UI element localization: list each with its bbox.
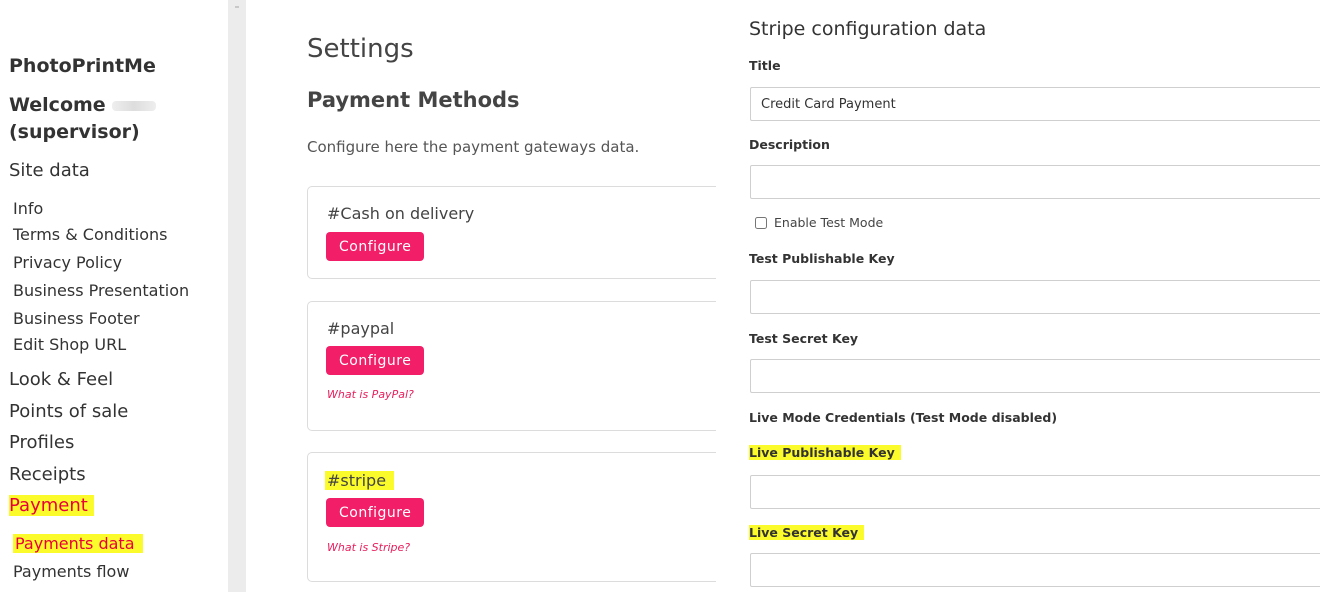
description-label: Description (749, 137, 830, 152)
section-title: Payment Methods (307, 88, 520, 112)
title-input[interactable] (750, 87, 1320, 121)
what-is-paypal-link[interactable]: What is PayPal? (327, 388, 414, 401)
test-secret-key-input[interactable] (750, 359, 1320, 393)
card-title: #paypal (327, 319, 395, 338)
sidebar-item-business-footer[interactable]: Business Footer (13, 309, 140, 328)
welcome-text: Welcome (9, 94, 106, 116)
description-input[interactable] (750, 165, 1320, 199)
enable-test-mode-checkbox[interactable] (755, 216, 767, 229)
test-secret-key-label: Test Secret Key (749, 331, 859, 346)
brand-name: PhotoPrintMe (9, 55, 156, 77)
live-mode-section-label: Live Mode Credentials (Test Mode disable… (749, 410, 1058, 425)
sidebar-item-info[interactable]: Info (13, 199, 43, 218)
configure-paypal-button[interactable]: Configure (326, 346, 425, 375)
grip-icon (235, 6, 239, 8)
what-is-stripe-link[interactable]: What is Stripe? (327, 541, 410, 554)
panel-title: Stripe configuration data (749, 18, 987, 40)
sidebar-section-payment[interactable]: Payment (9, 495, 94, 516)
sidebar-item-business-presentation[interactable]: Business Presentation (13, 281, 189, 300)
sidebar-item-payments-data[interactable]: Payments data (13, 534, 143, 553)
card-title: #stripe (325, 471, 395, 490)
sidebar-item-edit-shop-url[interactable]: Edit Shop URL (13, 335, 126, 354)
payment-card-paypal: #paypal Configure What is PayPal? (307, 301, 732, 431)
sidebar-item-terms[interactable]: Terms & Conditions (13, 225, 167, 244)
test-publishable-key-label: Test Publishable Key (749, 251, 895, 266)
section-description: Configure here the payment gateways data… (307, 138, 640, 156)
configure-cash-button[interactable]: Configure (326, 232, 425, 261)
test-publishable-key-input[interactable] (750, 280, 1320, 314)
welcome-message: Welcome (supervisor) (9, 92, 156, 146)
title-label: Title (749, 58, 781, 73)
live-secret-key-label: Live Secret Key (749, 525, 865, 540)
sidebar-section-site-data[interactable]: Site data (9, 160, 90, 181)
user-role: (supervisor) (9, 121, 140, 143)
sidebar-section-receipts[interactable]: Receipts (9, 464, 86, 485)
live-publishable-key-label: Live Publishable Key (749, 445, 901, 460)
stripe-config-panel: Stripe configuration data Title Descript… (716, 0, 1320, 592)
live-publishable-key-input[interactable] (750, 475, 1320, 509)
sidebar-section-profiles[interactable]: Profiles (9, 432, 74, 453)
blurred-username (111, 100, 156, 111)
sidebar-section-look-feel[interactable]: Look & Feel (9, 369, 113, 390)
payment-card-stripe: #stripe Configure What is Stripe? (307, 452, 732, 582)
sidebar-section-points-of-sale[interactable]: Points of sale (9, 401, 128, 422)
sidebar: PhotoPrintMe Welcome (supervisor) Site d… (0, 0, 228, 592)
card-title: #Cash on delivery (327, 204, 475, 223)
live-secret-key-input[interactable] (750, 553, 1320, 587)
payment-card-cash: #Cash on delivery Configure (307, 186, 732, 279)
sidebar-resize-handle[interactable] (228, 0, 246, 592)
sidebar-item-privacy[interactable]: Privacy Policy (13, 253, 122, 272)
sidebar-item-payments-flow[interactable]: Payments flow (13, 562, 129, 581)
configure-stripe-button[interactable]: Configure (326, 498, 425, 527)
test-mode-row: Enable Test Mode (755, 215, 883, 230)
test-mode-label: Enable Test Mode (774, 215, 884, 230)
page-title: Settings (307, 34, 414, 64)
